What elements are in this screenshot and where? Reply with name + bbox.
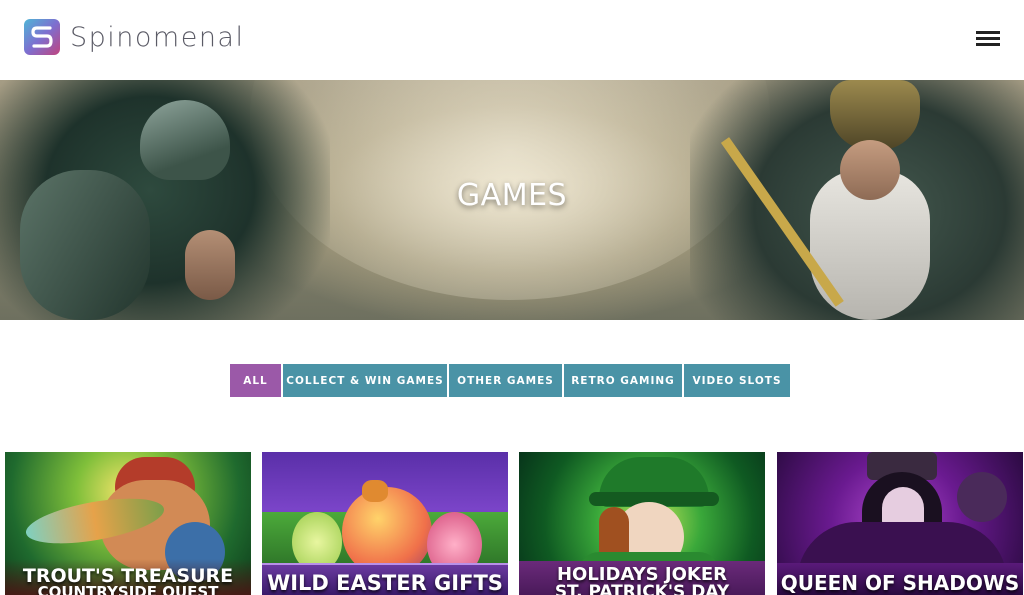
brand-logo[interactable]: Spinomenal xyxy=(24,19,244,55)
hamburger-menu-icon[interactable] xyxy=(976,31,1000,47)
site-header: Spinomenal xyxy=(0,0,1024,80)
hero-banner: GAMES xyxy=(0,80,1024,320)
game-filter-tabs: ALL COLLECT & WIN GAMES OTHER GAMES RETR… xyxy=(230,364,792,397)
filter-other-games[interactable]: OTHER GAMES xyxy=(449,364,562,397)
page-title: GAMES xyxy=(456,178,568,213)
filter-all[interactable]: ALL xyxy=(230,364,281,397)
game-title: WILD EASTER GIFTS xyxy=(267,571,503,595)
game-card-wild-easter-gifts[interactable]: WILD EASTER GIFTS xyxy=(262,452,508,595)
filter-retro-gaming[interactable]: RETRO GAMING xyxy=(564,364,682,397)
game-card-trouts-treasure[interactable]: TROUT'S TREASURE COUNTRYSIDE QUEST xyxy=(5,452,251,595)
spinomenal-logo-icon xyxy=(24,19,60,55)
brand-name: Spinomenal xyxy=(70,21,245,53)
game-card-holidays-joker[interactable]: HOLIDAYS JOKER ST. PATRICK'S DAY xyxy=(519,452,765,595)
filter-video-slots[interactable]: VIDEO SLOTS xyxy=(684,364,790,397)
game-card-queen-of-shadows[interactable]: QUEEN OF SHADOWS xyxy=(777,452,1023,595)
game-title: QUEEN OF SHADOWS xyxy=(780,571,1020,595)
filter-collect-win-games[interactable]: COLLECT & WIN GAMES xyxy=(283,364,447,397)
game-subtitle: ST. PATRICK'S DAY xyxy=(554,582,730,595)
game-subtitle: COUNTRYSIDE QUEST xyxy=(37,583,219,595)
